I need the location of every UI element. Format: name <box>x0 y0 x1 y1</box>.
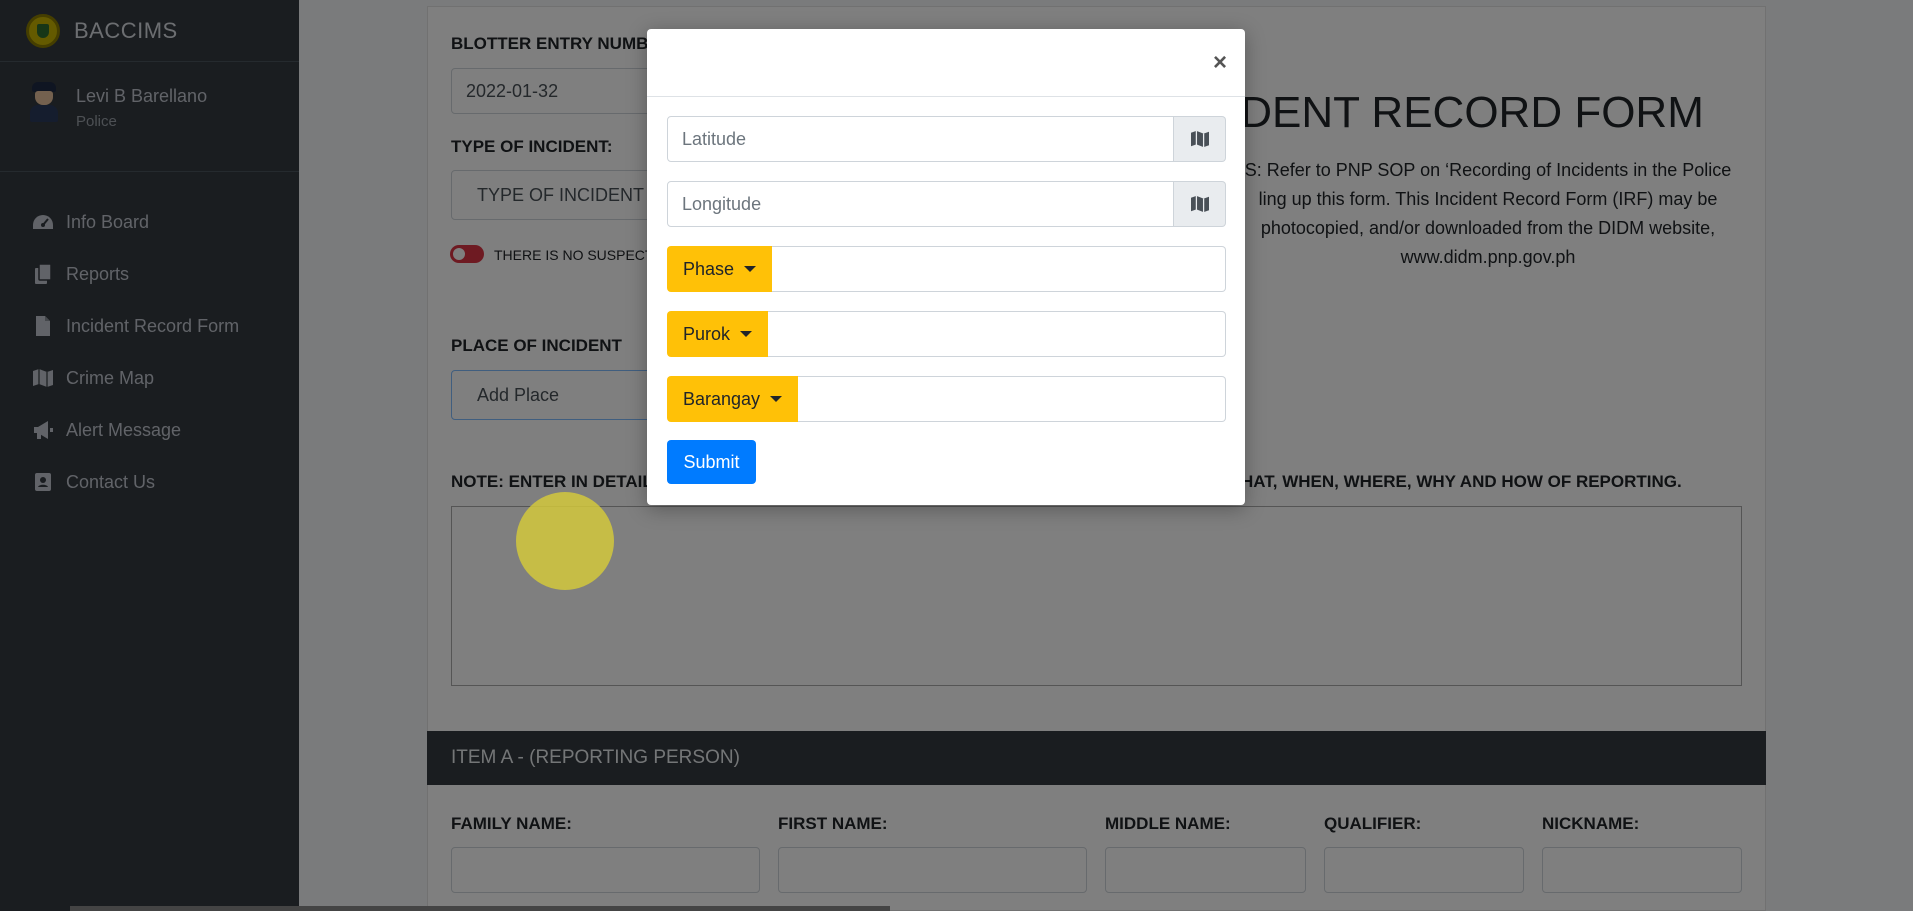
phase-dropdown-button[interactable]: Phase <box>667 246 773 292</box>
caret-down-icon <box>744 266 757 272</box>
latitude-group: Latitude <box>667 116 1226 162</box>
latitude-map-button[interactable] <box>1174 116 1226 162</box>
map-icon <box>1190 195 1209 213</box>
phase-label: Phase <box>683 258 735 279</box>
longitude-group: Longitude <box>667 181 1226 227</box>
caret-down-icon <box>770 396 783 402</box>
modal-header: × <box>647 29 1245 97</box>
longitude-input[interactable]: Longitude <box>667 181 1174 227</box>
caret-down-icon <box>740 331 753 337</box>
latitude-input[interactable]: Latitude <box>667 116 1174 162</box>
submit-button[interactable]: Submit <box>667 440 756 484</box>
barangay-dropdown-button[interactable]: Barangay <box>667 376 799 422</box>
barangay-label: Barangay <box>683 388 761 409</box>
purok-group: Purok <box>667 311 1226 357</box>
cursor-highlight <box>516 492 614 590</box>
longitude-map-button[interactable] <box>1174 181 1226 227</box>
close-button[interactable]: × <box>1213 49 1227 77</box>
barangay-group: Barangay <box>667 376 1226 422</box>
location-modal: × Latitude Longitude Phase Purok Baranga… <box>647 29 1245 505</box>
map-icon <box>1190 130 1209 148</box>
phase-input[interactable] <box>772 246 1226 292</box>
phase-group: Phase <box>667 246 1226 292</box>
barangay-input[interactable] <box>798 376 1226 422</box>
purok-label: Purok <box>683 323 731 344</box>
purok-input[interactable] <box>768 311 1226 357</box>
purok-dropdown-button[interactable]: Purok <box>667 311 769 357</box>
